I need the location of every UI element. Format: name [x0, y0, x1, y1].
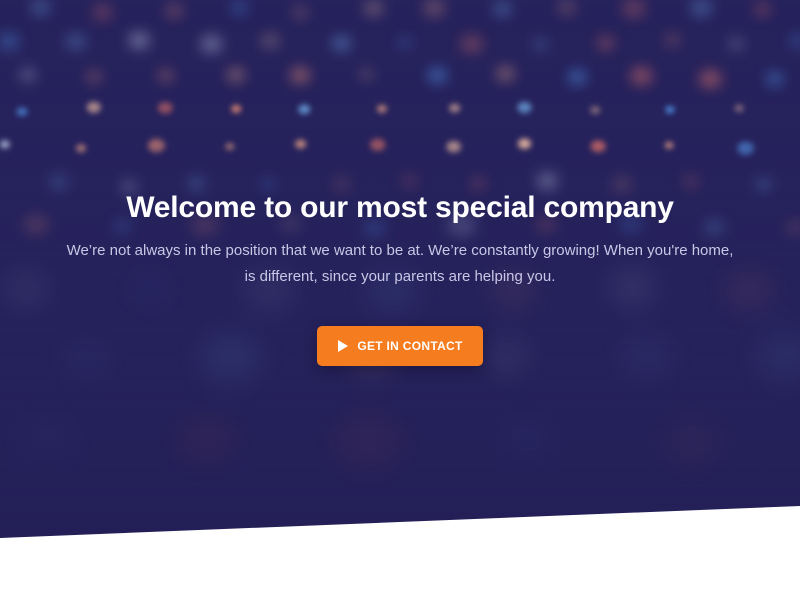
cta-label: GET IN CONTACT — [357, 339, 463, 353]
hero-content: Welcome to our most special company We’r… — [0, 188, 800, 366]
hero-section: Welcome to our most special company We’r… — [0, 0, 800, 540]
hero-subtitle: We’re not always in the position that we… — [66, 242, 734, 285]
hero-title: Welcome to our most special company — [126, 191, 674, 224]
get-in-contact-button[interactable]: GET IN CONTACT — [317, 326, 483, 366]
play-icon — [338, 340, 349, 352]
